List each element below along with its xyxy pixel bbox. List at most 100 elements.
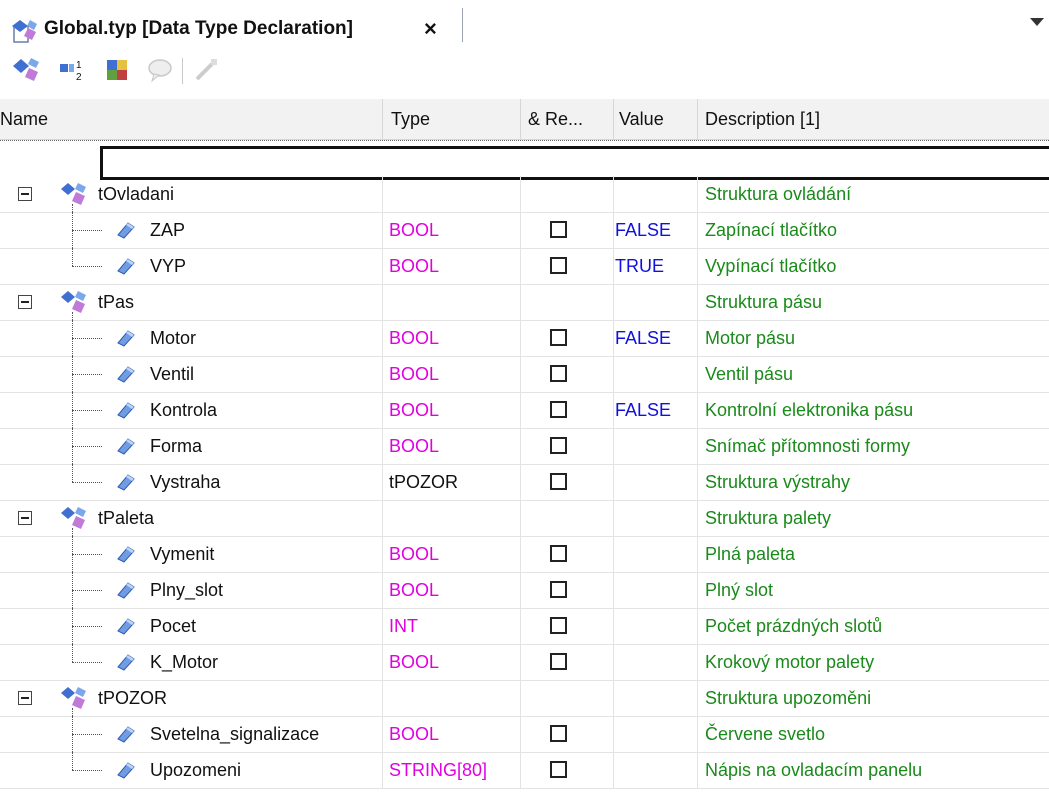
cell-divider — [697, 572, 698, 608]
column-type[interactable]: Type — [391, 99, 511, 139]
member-name: Pocet — [150, 616, 197, 636]
member-value: TRUE — [615, 256, 664, 276]
cell-divider — [520, 176, 521, 212]
cell-divider — [613, 356, 614, 392]
cell-divider — [520, 248, 521, 284]
member-row[interactable]: ZAP BOOL FALSE Zapínací tlačítko — [0, 212, 1049, 249]
add-struct-icon[interactable] — [104, 56, 132, 84]
member-row[interactable]: Vystraha tPOZOR Struktura výstrahy — [0, 464, 1049, 501]
column-divider[interactable] — [382, 99, 383, 139]
cell-divider — [382, 716, 383, 752]
reference-checkbox[interactable] — [550, 653, 567, 670]
reference-checkbox[interactable] — [550, 725, 567, 742]
tree-line — [72, 464, 73, 482]
reference-checkbox[interactable] — [550, 257, 567, 274]
member-row[interactable]: Motor BOOL FALSE Motor pásu — [0, 320, 1049, 357]
reference-checkbox[interactable] — [550, 545, 567, 562]
member-type: BOOL — [389, 328, 440, 348]
struct-row[interactable]: tPaleta Struktura palety — [0, 500, 1049, 537]
collapse-toggle[interactable] — [18, 295, 32, 309]
member-row[interactable]: VYP BOOL TRUE Vypínací tlačítko — [0, 248, 1049, 285]
member-name: Motor — [150, 328, 197, 348]
member-row[interactable]: Ventil BOOL Ventil pásu — [0, 356, 1049, 393]
reference-checkbox[interactable] — [550, 401, 567, 418]
add-type-icon[interactable] — [12, 56, 40, 84]
chevron-down-icon[interactable] — [1030, 18, 1044, 26]
tree-line — [72, 644, 73, 662]
member-variable-icon — [117, 726, 135, 743]
reference-checkbox[interactable] — [550, 617, 567, 634]
column-reference[interactable]: & Re... — [528, 99, 610, 139]
column-name[interactable]: Name — [0, 99, 380, 139]
cell-divider — [613, 536, 614, 572]
reference-checkbox[interactable] — [550, 581, 567, 598]
svg-text:2: 2 — [76, 72, 82, 83]
row-description: Plný slot — [705, 580, 774, 600]
member-variable-icon — [117, 366, 135, 383]
reference-checkbox[interactable] — [550, 329, 567, 346]
row-description: Struktura upozoměni — [705, 688, 872, 708]
cell-divider — [520, 212, 521, 248]
member-row[interactable]: Plny_slot BOOL Plný slot — [0, 572, 1049, 609]
row-description: Struktura pásu — [705, 292, 823, 312]
reference-checkbox[interactable] — [550, 473, 567, 490]
struct-row[interactable]: tOvladani Struktura ovládání — [0, 176, 1049, 213]
cell-divider — [697, 428, 698, 464]
member-name: ZAP — [150, 220, 186, 240]
cell-divider — [520, 392, 521, 428]
reference-checkbox[interactable] — [550, 365, 567, 382]
member-row[interactable]: Forma BOOL Snímač přítomnosti formy — [0, 428, 1049, 465]
cell-divider — [613, 284, 614, 320]
cell-divider — [382, 176, 383, 212]
member-row[interactable]: Svetelna_signalizace BOOL Červene svetlo — [0, 716, 1049, 753]
struct-name: tPaleta — [98, 508, 155, 528]
column-divider[interactable] — [520, 99, 521, 139]
struct-row[interactable]: tPas Struktura pásu — [0, 284, 1049, 321]
tree-branch — [72, 410, 102, 411]
cell-divider — [697, 752, 698, 788]
tree-line — [72, 708, 73, 716]
cell-divider — [520, 356, 521, 392]
struct-row[interactable]: tPOZOR Struktura upozoměni — [0, 680, 1049, 717]
reference-checkbox[interactable] — [550, 221, 567, 238]
tree-line — [72, 528, 73, 536]
member-row[interactable]: K_Motor BOOL Krokový motor palety — [0, 644, 1049, 681]
column-divider[interactable] — [697, 99, 698, 139]
member-type: BOOL — [389, 256, 440, 276]
cell-divider — [613, 500, 614, 536]
row-description: Motor pásu — [705, 328, 796, 348]
row-description: Struktura palety — [705, 508, 832, 528]
member-name: Vymenit — [150, 544, 215, 564]
member-row[interactable]: Vymenit BOOL Plná paleta — [0, 536, 1049, 573]
close-icon[interactable]: × — [424, 18, 437, 40]
tree-branch — [72, 554, 102, 555]
member-type: BOOL — [389, 436, 440, 456]
tab-separator — [462, 8, 463, 42]
tree-line — [72, 204, 73, 212]
cell-divider — [382, 572, 383, 608]
member-row[interactable]: Upozomeni STRING[80] Nápis na ovladacím pa… — [0, 752, 1049, 789]
filter-input[interactable] — [100, 146, 1049, 180]
column-value[interactable]: Value — [619, 99, 697, 139]
add-member-icon[interactable]: 1 2 — [58, 56, 86, 84]
member-name: Forma — [150, 436, 203, 456]
collapse-toggle[interactable] — [18, 511, 32, 525]
member-row[interactable]: Kontrola BOOL FALSE Kontrolní elektronika p… — [0, 392, 1049, 429]
tab-global-typ[interactable]: Global.typ [Data Type Declaration] × — [0, 6, 460, 43]
tree-branch — [72, 482, 102, 483]
column-description[interactable]: Description [1] — [705, 99, 1045, 139]
collapse-toggle[interactable] — [18, 691, 32, 705]
member-name: Vystraha — [150, 472, 221, 492]
row-description: Kontrolní elektronika pásu — [705, 400, 914, 420]
member-type: BOOL — [389, 544, 440, 564]
cell-divider — [613, 680, 614, 716]
member-name: Ventil — [150, 364, 195, 384]
tree-branch — [72, 734, 102, 735]
member-row[interactable]: Pocet INT Počet prázdných slotů — [0, 608, 1049, 645]
struct-name: tPOZOR — [98, 688, 168, 708]
cell-divider — [520, 428, 521, 464]
reference-checkbox[interactable] — [550, 761, 567, 778]
column-divider[interactable] — [613, 99, 614, 139]
reference-checkbox[interactable] — [550, 437, 567, 454]
collapse-toggle[interactable] — [18, 187, 32, 201]
